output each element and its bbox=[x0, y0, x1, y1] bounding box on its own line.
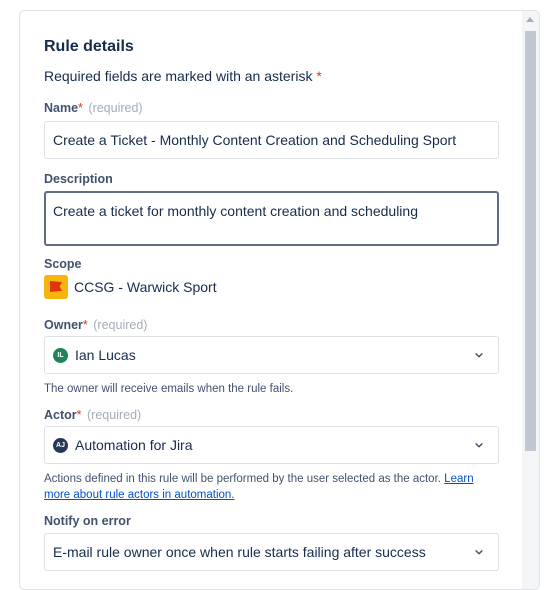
description-textarea[interactable]: Create a ticket for monthly content crea… bbox=[44, 191, 499, 246]
actor-label: Actor* (required) bbox=[44, 408, 141, 422]
flag-icon bbox=[44, 275, 68, 299]
actor-helper-text: Actions defined in this rule will be per… bbox=[44, 471, 499, 503]
actor-required-hint: (required) bbox=[87, 408, 142, 422]
name-label-text: Name bbox=[44, 101, 79, 115]
chevron-down-icon bbox=[475, 550, 483, 555]
scrollbar-thumb[interactable] bbox=[525, 31, 536, 451]
chevron-down-icon bbox=[475, 443, 483, 448]
rule-name-input[interactable]: Create a Ticket - Monthly Content Creati… bbox=[44, 121, 499, 159]
scope-label: Scope bbox=[44, 257, 82, 271]
name-required-hint: (required) bbox=[88, 101, 143, 115]
description-label: Description bbox=[44, 172, 113, 186]
scope-name: CCSG - Warwick Sport bbox=[74, 279, 217, 295]
notify-label: Notify on error bbox=[44, 514, 131, 528]
owner-value: Ian Lucas bbox=[75, 347, 136, 363]
scroll-up-arrow-icon[interactable] bbox=[526, 17, 534, 22]
chevron-down-icon bbox=[475, 353, 483, 358]
notify-value: E-mail rule owner once when rule starts … bbox=[53, 544, 426, 560]
owner-label: Owner* (required) bbox=[44, 318, 147, 332]
actor-required-star: * bbox=[76, 408, 82, 422]
actor-value: Automation for Jira bbox=[75, 437, 193, 453]
name-required-star: * bbox=[78, 101, 83, 115]
required-note-text: Required fields are marked with an aster… bbox=[44, 68, 313, 84]
description-label-text: Description bbox=[44, 172, 113, 186]
notify-select[interactable]: E-mail rule owner once when rule starts … bbox=[44, 533, 499, 571]
owner-helper-text: The owner will receive emails when the r… bbox=[44, 383, 294, 395]
scope-label-text: Scope bbox=[44, 257, 82, 271]
actor-label-text: Actor bbox=[44, 408, 77, 422]
actor-select[interactable]: AJ Automation for Jira bbox=[44, 426, 499, 464]
owner-required-star: * bbox=[82, 318, 88, 332]
actor-helper-description: Actions defined in this rule will be per… bbox=[44, 473, 441, 485]
name-label: Name* (required) bbox=[44, 101, 143, 115]
section-title: Rule details bbox=[44, 38, 134, 55]
rule-details-panel: Rule details Required fields are marked … bbox=[19, 10, 540, 590]
owner-avatar: IL bbox=[53, 347, 68, 363]
actor-avatar: AJ bbox=[53, 437, 68, 453]
required-note: Required fields are marked with an aster… bbox=[44, 68, 322, 84]
rule-name-value: Create a Ticket - Monthly Content Creati… bbox=[53, 132, 457, 148]
owner-required-hint: (required) bbox=[93, 318, 148, 332]
owner-select[interactable]: IL Ian Lucas bbox=[44, 336, 499, 374]
owner-label-text: Owner bbox=[44, 318, 83, 332]
scrollbar[interactable] bbox=[522, 11, 539, 589]
required-asterisk: * bbox=[316, 68, 322, 84]
description-value: Create a ticket for monthly content crea… bbox=[53, 203, 418, 219]
scope-value-row: CCSG - Warwick Sport bbox=[44, 275, 217, 299]
notify-label-text: Notify on error bbox=[44, 514, 131, 528]
